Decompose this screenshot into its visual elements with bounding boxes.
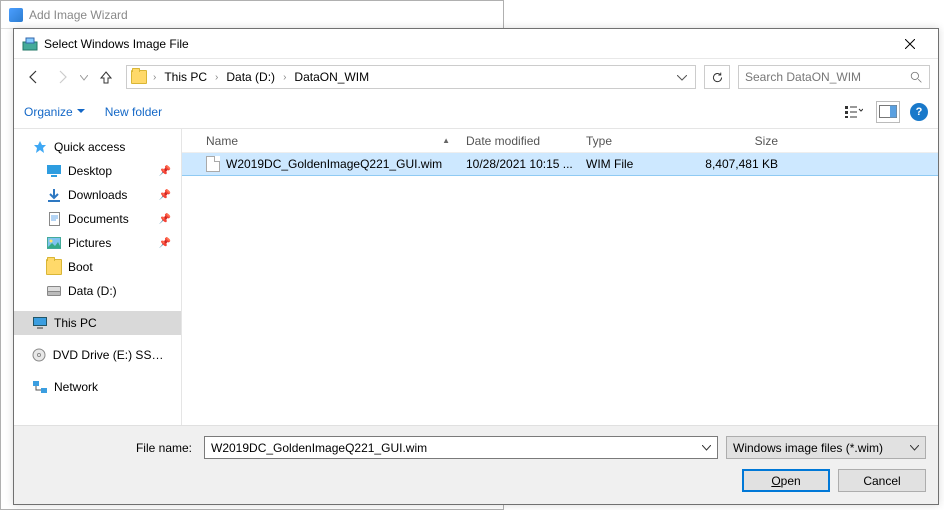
sidebar-pictures[interactable]: Pictures 📌 [14,231,181,255]
column-size[interactable]: Size [688,134,798,148]
file-type: WIM File [586,157,633,171]
history-dropdown-icon[interactable] [80,70,88,84]
pin-icon: 📌 [159,190,171,201]
breadcrumb-0[interactable]: This PC [162,70,209,84]
forward-button[interactable] [50,65,74,89]
sidebar-boot[interactable]: Boot [14,255,181,279]
file-date: 10/28/2021 10:15 ... [466,157,573,171]
chevron-right-icon[interactable]: › [281,72,288,83]
search-icon [910,71,923,84]
drive-icon [46,283,62,299]
pin-icon: 📌 [159,166,171,177]
search-placeholder: Search DataON_WIM [745,70,904,84]
sort-asc-icon: ▲ [442,136,450,145]
sidebar-downloads[interactable]: Downloads 📌 [14,183,181,207]
disc-icon [32,347,47,363]
column-type[interactable]: Type [578,134,688,148]
dialog-title: Select Windows Image File [44,37,189,51]
open-button[interactable]: Open [742,469,830,492]
app-icon [22,36,38,52]
dialog-titlebar[interactable]: Select Windows Image File [14,29,938,59]
chevron-down-icon [77,109,85,114]
folder-icon [46,259,62,275]
chevron-down-icon [910,445,919,451]
chevron-right-icon[interactable]: › [151,72,158,83]
help-button[interactable]: ? [910,103,928,121]
view-options-button[interactable] [842,101,866,123]
file-size: 8,407,481 KB [705,157,778,171]
network-icon [32,379,48,395]
refresh-button[interactable] [704,65,730,89]
file-name: W2019DC_GoldenImageQ221_GUI.wim [226,157,442,171]
pin-icon: 📌 [159,238,171,249]
pc-icon [32,315,48,331]
sidebar-this-pc[interactable]: This PC [14,311,181,335]
organize-menu[interactable]: Organize [24,105,85,119]
back-button[interactable] [22,65,46,89]
sidebar-documents[interactable]: Documents 📌 [14,207,181,231]
background-title: Add Image Wizard [29,8,128,22]
column-name[interactable]: Name ▲ [198,134,458,148]
file-list: Name ▲ Date modified Type Size W2019DC_G… [182,129,938,425]
column-headers: Name ▲ Date modified Type Size [182,129,938,153]
sidebar-desktop[interactable]: Desktop 📌 [14,159,181,183]
nav-row: › This PC › Data (D:) › DataON_WIM Searc… [14,59,938,95]
background-titlebar: Add Image Wizard [1,1,503,29]
sidebar-network[interactable]: Network [14,375,181,399]
sidebar-quick-access[interactable]: Quick access [14,135,181,159]
desktop-icon [46,163,62,179]
star-icon [32,139,48,155]
preview-pane-button[interactable] [876,101,900,123]
new-folder-button[interactable]: New folder [105,105,162,119]
wizard-icon [9,8,23,22]
up-button[interactable] [94,65,118,89]
pin-icon: 📌 [159,214,171,225]
address-dropdown-icon[interactable] [673,70,691,84]
file-row[interactable]: W2019DC_GoldenImageQ221_GUI.wim 10/28/20… [182,153,938,175]
chevron-down-icon[interactable] [702,445,711,451]
file-icon [206,156,220,172]
toolbar: Organize New folder ? [14,95,938,129]
close-button[interactable] [890,30,930,58]
address-bar[interactable]: › This PC › Data (D:) › DataON_WIM [126,65,696,89]
filename-label: File name: [26,441,196,455]
folder-icon [131,70,147,84]
pictures-icon [46,235,62,251]
file-dialog: Select Windows Image File › This PC › Da… [13,28,939,505]
column-date[interactable]: Date modified [458,134,578,148]
file-type-filter[interactable]: Windows image files (*.wim) [726,436,926,459]
filename-input[interactable]: W2019DC_GoldenImageQ221_GUI.wim [204,436,718,459]
search-input[interactable]: Search DataON_WIM [738,65,930,89]
sidebar: Quick access Desktop 📌 Downloads 📌 Docum… [14,129,182,425]
sidebar-data-d[interactable]: Data (D:) [14,279,181,303]
download-icon [46,187,62,203]
document-icon [46,211,62,227]
sidebar-dvd[interactable]: DVD Drive (E:) SSS_X6 [14,343,181,367]
breadcrumb-1[interactable]: Data (D:) [224,70,277,84]
breadcrumb-2[interactable]: DataON_WIM [292,70,371,84]
cancel-button[interactable]: Cancel [838,469,926,492]
dialog-footer: File name: W2019DC_GoldenImageQ221_GUI.w… [14,425,938,504]
chevron-right-icon[interactable]: › [213,72,220,83]
